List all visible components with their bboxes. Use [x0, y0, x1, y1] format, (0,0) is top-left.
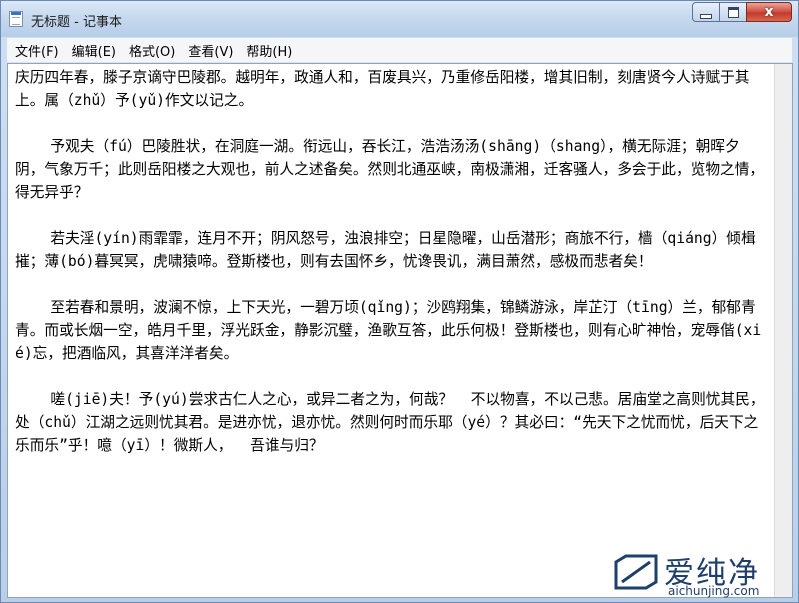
title-bar[interactable]: 无标题 - 记事本 x [1, 1, 798, 37]
notepad-app-icon[interactable] [9, 11, 23, 27]
close-button[interactable]: x [746, 2, 792, 22]
document-text[interactable]: 庆历四年春，滕子京谪守巴陵郡。越明年，政通人和，百废具兴，乃重修岳阳楼，增其旧制… [15, 66, 767, 457]
minimize-icon [700, 13, 712, 19]
menu-view[interactable]: 查看(V) [183, 41, 238, 60]
vertical-scrollbar[interactable] [774, 64, 792, 597]
window-title: 无标题 - 记事本 [31, 15, 122, 30]
menu-edit[interactable]: 编辑(E) [67, 41, 121, 60]
minimize-button[interactable] [692, 2, 720, 22]
brand-logo-icon [614, 554, 658, 590]
maximize-button[interactable] [719, 2, 747, 22]
brand-url: aichunjing.com [668, 584, 760, 598]
menu-format[interactable]: 格式(O) [124, 41, 180, 60]
notepad-window: 无标题 - 记事本 x 文件(F) 编辑(E) 格式(O) 查看(V) 帮助(H… [0, 0, 799, 603]
text-editor[interactable]: 庆历四年春，滕子京谪守巴陵郡。越明年，政通人和，百废具兴，乃重修岳阳楼，增其旧制… [7, 63, 793, 598]
maximize-icon [727, 6, 739, 18]
watermark: 爱纯净 aichunjing.com [612, 548, 792, 598]
menu-help[interactable]: 帮助(H) [241, 41, 297, 60]
menu-bar: 文件(F) 编辑(E) 格式(O) 查看(V) 帮助(H) [7, 38, 792, 63]
window-controls: x [692, 2, 792, 22]
menu-file[interactable]: 文件(F) [10, 41, 64, 60]
close-icon: x [764, 4, 774, 20]
